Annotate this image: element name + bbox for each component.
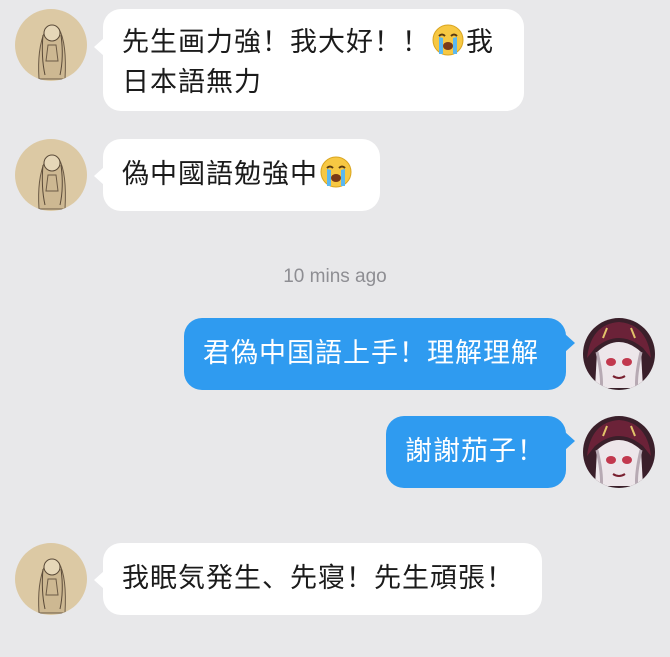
sketch-girl-avatar-icon xyxy=(15,543,87,615)
message-text: 先生画力強！我大好！！ xyxy=(122,27,430,58)
message-bubble-incoming[interactable]: 先生画力強！我大好！！ 我 日本語無力 xyxy=(103,9,524,111)
message-text: 君偽中国語上手！理解理解 xyxy=(203,338,539,369)
anime-girl-avatar-icon xyxy=(583,318,655,390)
sender-avatar[interactable] xyxy=(15,543,87,615)
message-bubble-incoming[interactable]: 我眠気発生、先寝！先生頑張！ xyxy=(103,543,542,615)
message-text: 謝謝茄子！ xyxy=(405,436,545,467)
sender-avatar[interactable] xyxy=(15,9,87,81)
message-text: 偽中國語勉強中 xyxy=(122,159,318,190)
anime-girl-avatar-icon xyxy=(583,416,655,488)
message-text: 我眠気発生、先寝！先生頑張！ xyxy=(122,563,514,594)
crying-face-emoji-icon xyxy=(320,156,352,188)
message-bubble-incoming[interactable]: 偽中國語勉強中 xyxy=(103,139,380,211)
message-text: 日本語無力 xyxy=(122,67,262,98)
message-bubble-outgoing[interactable]: 謝謝茄子！ xyxy=(386,416,566,488)
message-timestamp: 10 mins ago xyxy=(283,266,387,287)
self-avatar[interactable] xyxy=(583,318,655,390)
crying-face-emoji-icon xyxy=(432,24,464,56)
message-text: 我 xyxy=(466,27,494,58)
message-bubble-outgoing[interactable]: 君偽中国語上手！理解理解 xyxy=(184,318,566,390)
sketch-girl-avatar-icon xyxy=(15,9,87,81)
chat-thread: 先生画力強！我大好！！ 我 日本語無力 偽中國語勉強中 10 mins ago xyxy=(0,0,670,657)
self-avatar[interactable] xyxy=(583,416,655,488)
sender-avatar[interactable] xyxy=(15,139,87,211)
sketch-girl-avatar-icon xyxy=(15,139,87,211)
